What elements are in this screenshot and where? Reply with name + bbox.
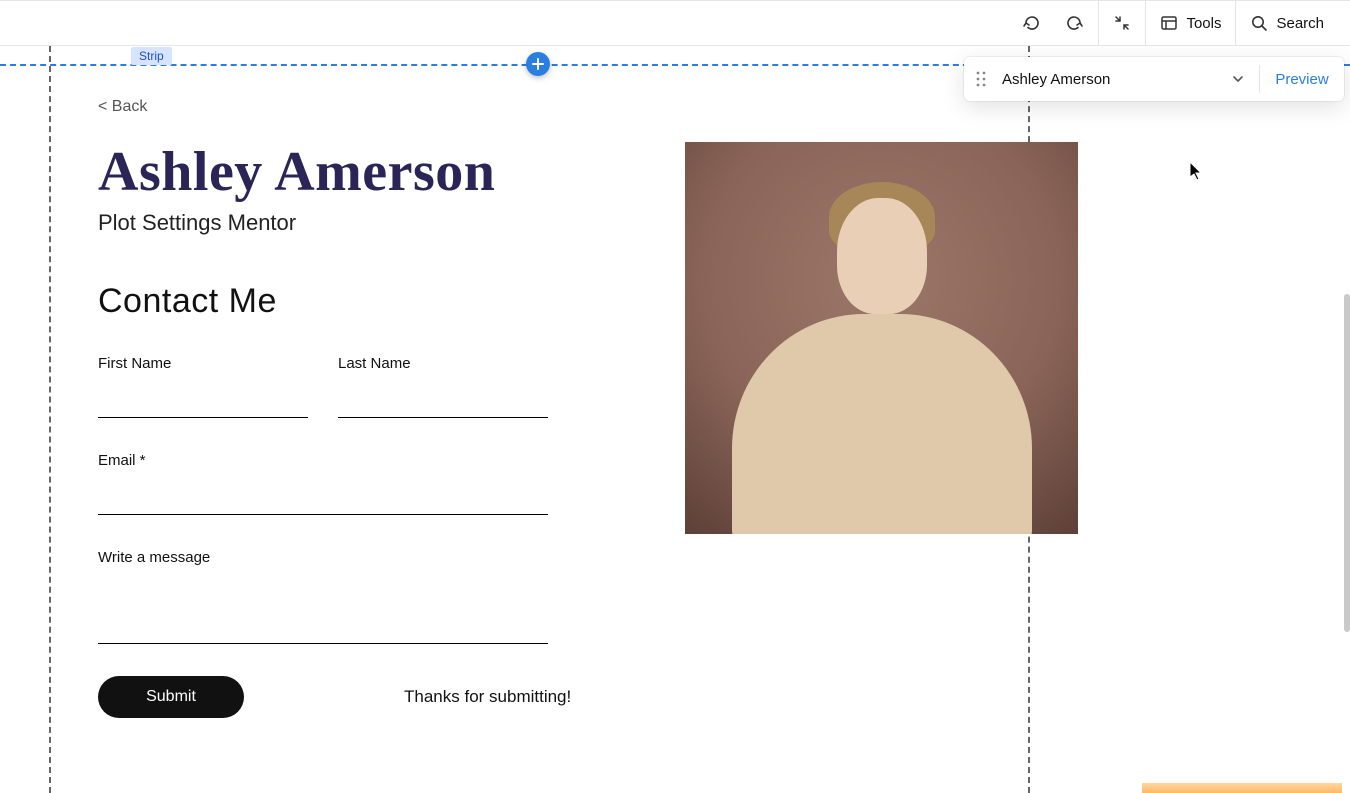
search-button[interactable]: Search <box>1250 14 1324 32</box>
tools-label: Tools <box>1186 15 1221 32</box>
chevron-down-icon <box>1231 72 1245 86</box>
first-name-field: First Name <box>98 355 308 418</box>
redo-icon <box>1064 13 1084 33</box>
message-input[interactable] <box>98 586 548 644</box>
contact-heading[interactable]: Contact Me <box>98 282 1078 321</box>
last-name-label: Last Name <box>338 355 548 372</box>
footer-stripe <box>1142 783 1342 793</box>
page-title[interactable]: Ashley Amerson <box>98 140 1078 204</box>
search-label: Search <box>1276 15 1324 32</box>
submit-row: Submit Thanks for submitting! <box>98 676 1078 718</box>
editor-canvas[interactable]: Strip < Back Ashley Amerson Plot Setting… <box>0 46 1350 793</box>
collapse-group <box>1098 1 1145 45</box>
page-dropdown[interactable]: Ashley Amerson <box>998 71 1259 88</box>
submit-button[interactable]: Submit <box>98 676 244 718</box>
message-label: Write a message <box>98 549 548 566</box>
last-name-field: Last Name <box>338 355 548 418</box>
preview-label: Preview <box>1275 71 1328 88</box>
back-link[interactable]: < Back <box>98 98 147 116</box>
tools-button[interactable]: Tools <box>1160 14 1221 32</box>
strip-tag-label: Strip <box>139 49 164 63</box>
strip-tag[interactable]: Strip <box>131 47 172 65</box>
add-section-button[interactable] <box>526 52 550 76</box>
form-row-message: Write a message <box>98 549 1078 644</box>
page-dropdown-label: Ashley Amerson <box>1002 71 1110 88</box>
undo-button[interactable] <box>1022 13 1042 33</box>
thanks-text: Thanks for submitting! <box>404 687 571 707</box>
drag-handle-icon <box>976 71 986 87</box>
left-guide <box>49 46 51 793</box>
redo-button[interactable] <box>1064 13 1084 33</box>
drag-handle[interactable] <box>964 71 998 87</box>
form-row-names: First Name Last Name <box>98 355 1078 418</box>
search-icon <box>1250 14 1268 32</box>
editor-top-toolbar: Tools Search <box>0 0 1350 46</box>
vertical-scrollbar[interactable] <box>1344 294 1350 632</box>
email-field: Email * <box>98 452 548 515</box>
plus-icon <box>532 58 544 70</box>
cursor-icon <box>1189 161 1203 181</box>
page-content: < Back Ashley Amerson Plot Settings Ment… <box>98 98 1078 718</box>
page-selector-panel: Ashley Amerson Preview <box>964 57 1344 101</box>
last-name-input[interactable] <box>338 392 548 418</box>
tools-group: Tools <box>1145 1 1235 45</box>
layout-icon <box>1160 14 1178 32</box>
collapse-icon <box>1113 14 1131 32</box>
page-subtitle[interactable]: Plot Settings Mentor <box>98 210 1078 236</box>
preview-button[interactable]: Preview <box>1260 71 1344 88</box>
email-label: Email * <box>98 452 548 469</box>
search-group: Search <box>1235 1 1338 45</box>
undo-icon <box>1022 13 1042 33</box>
history-group <box>1008 1 1098 45</box>
form-row-email: Email * <box>98 452 1078 515</box>
email-input[interactable] <box>98 489 548 515</box>
collapse-button[interactable] <box>1113 14 1131 32</box>
message-field: Write a message <box>98 549 548 644</box>
first-name-input[interactable] <box>98 392 308 418</box>
first-name-label: First Name <box>98 355 308 372</box>
